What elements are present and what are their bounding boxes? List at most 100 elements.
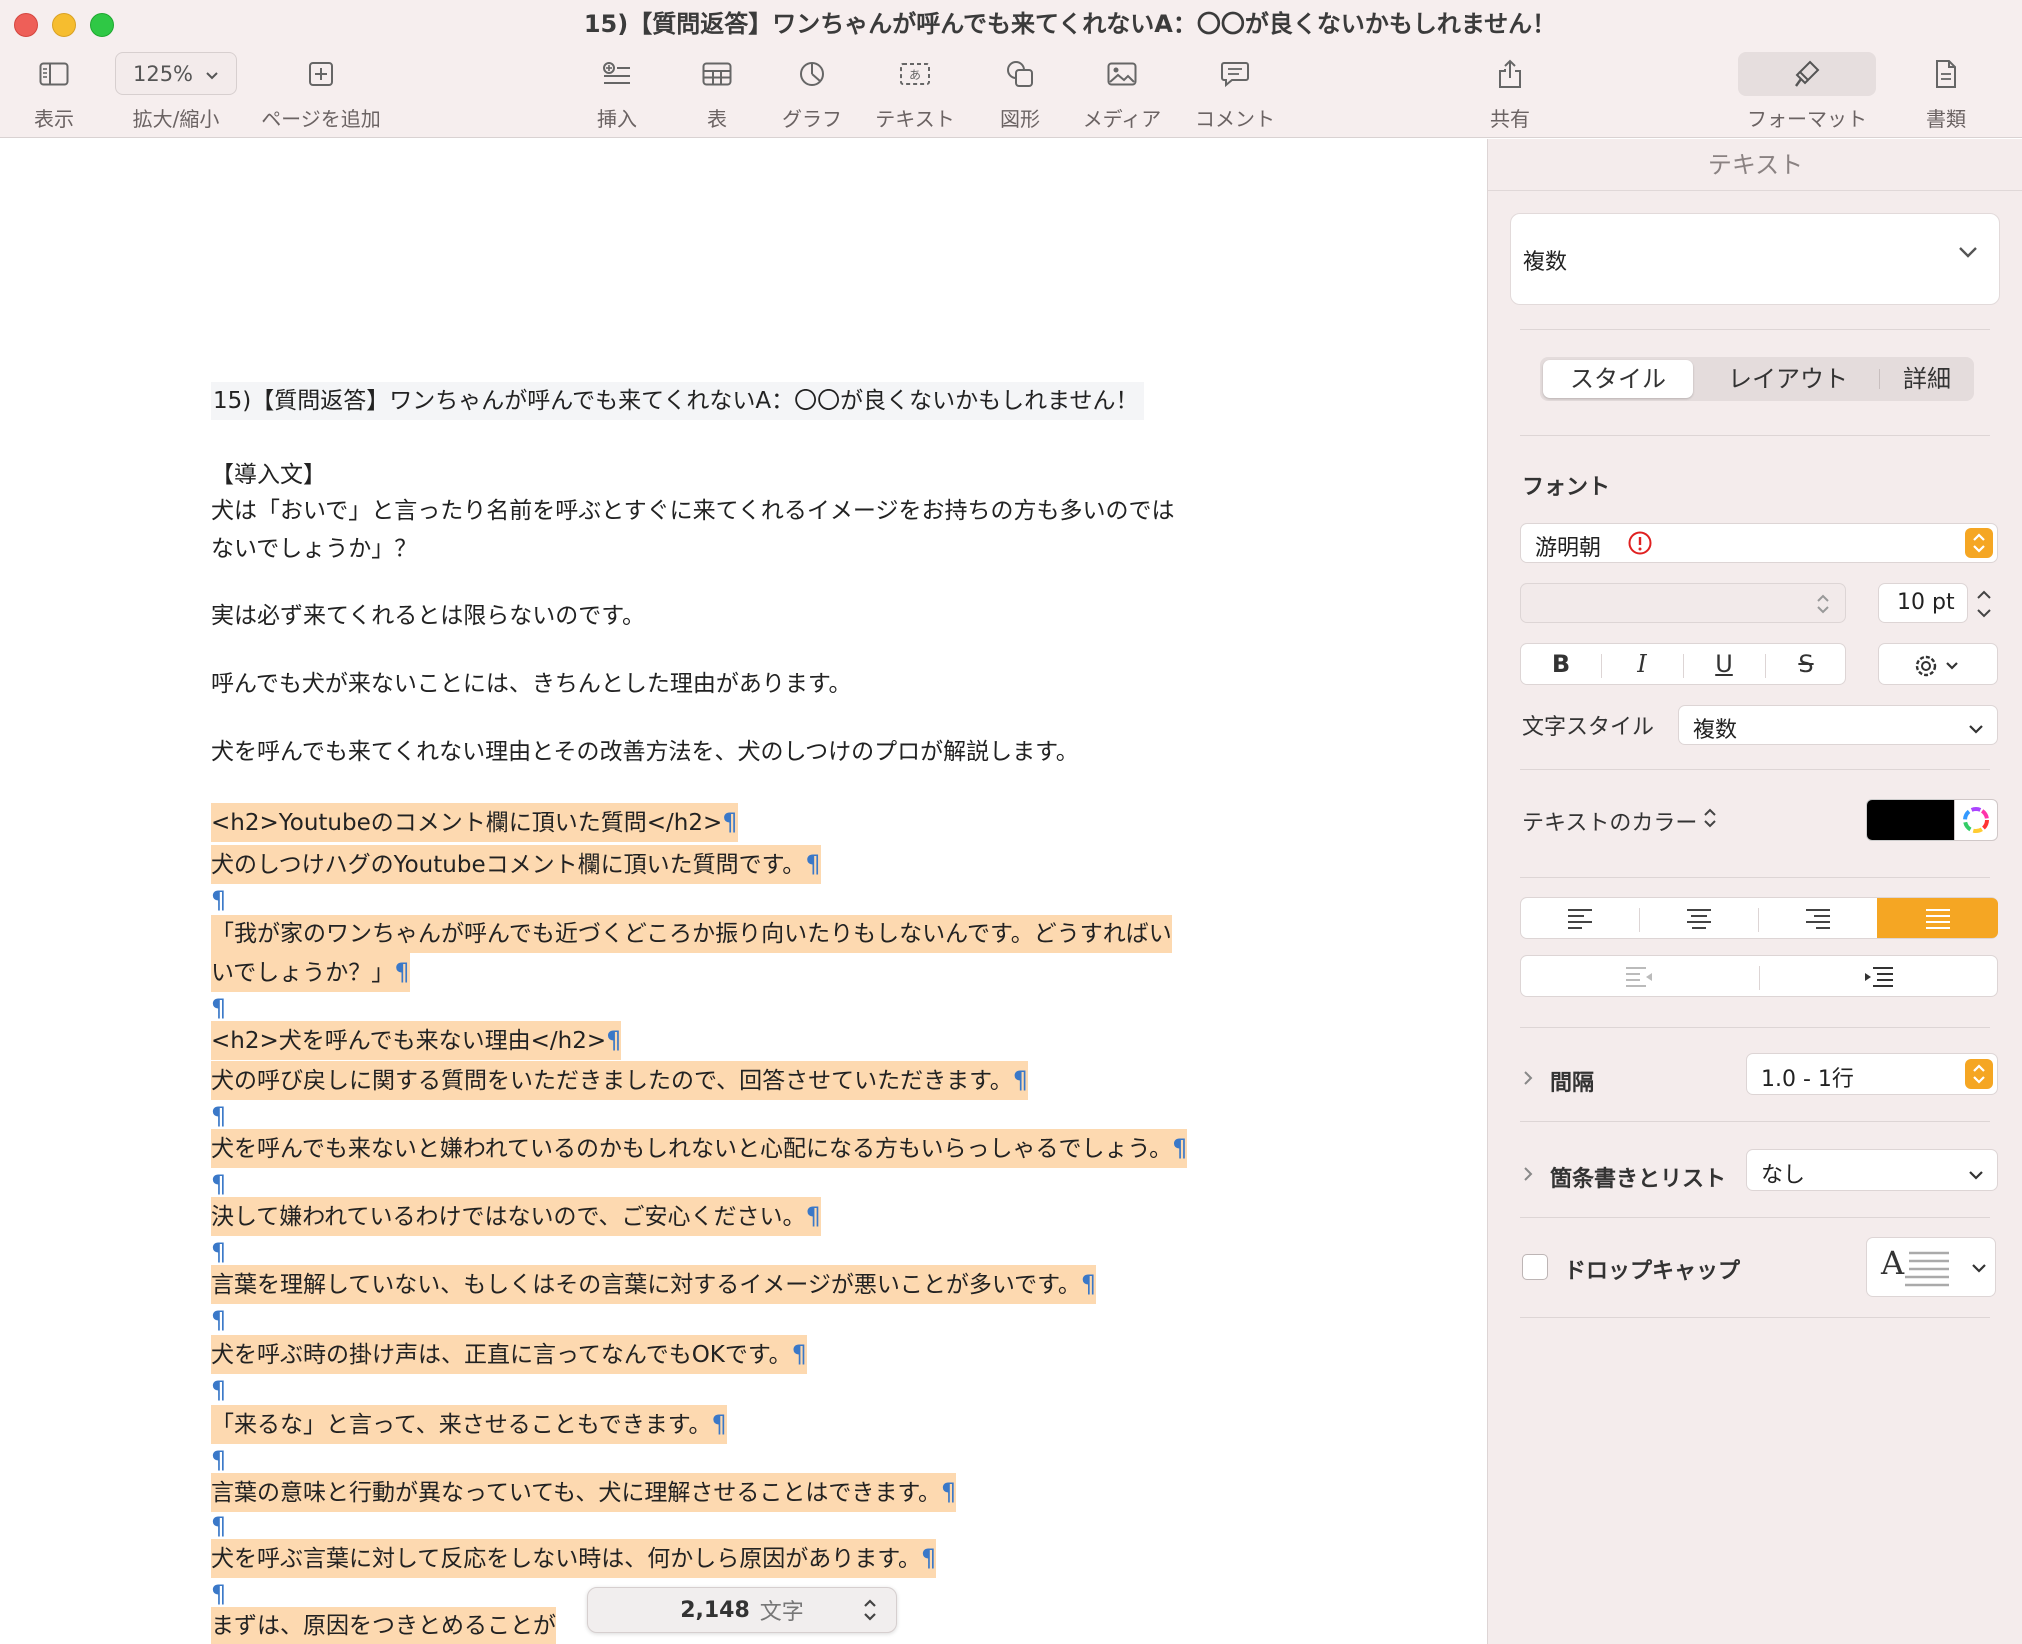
selected-line[interactable]: 「我が家のワンちゃんが呼んでも近づくどころか振り向いたりもしないんです。どうすれ… [211, 915, 1172, 953]
character-style-label: 文字スタイル [1522, 715, 1655, 740]
document-canvas[interactable]: 15)【質問返答】ワンちゃんが呼んでも来てくれないA：〇〇が良くないかもしれませ… [0, 139, 1486, 1644]
selected-line[interactable]: いでしょうか？」¶ [211, 953, 410, 992]
advanced-options-button[interactable] [1878, 643, 1998, 685]
intro-paragraph-1b[interactable]: ないでしょうか」？ [211, 530, 417, 568]
selected-line[interactable]: <h2>Youtubeのコメント欄に頂いた質問</h2>¶ [211, 803, 738, 842]
strikethrough-button[interactable]: S [1766, 644, 1846, 684]
insert-icon [587, 52, 647, 95]
shape-label: 図形 [1000, 107, 1040, 131]
bullets-popup[interactable]: なし [1746, 1149, 1998, 1191]
disclosure-chevron-icon[interactable] [1522, 1165, 1534, 1187]
warning-icon [1627, 530, 1653, 562]
media-button[interactable]: メディア [1078, 52, 1166, 132]
textbox-icon: あ [885, 52, 945, 95]
bold-button[interactable]: B [1521, 644, 1601, 684]
format-label: フォーマット [1747, 107, 1867, 131]
separator [1520, 1217, 1990, 1218]
selected-line[interactable]: 言葉の意味と行動が異なっていても、犬に理解させることはできます。¶ [211, 1473, 957, 1512]
intro-heading[interactable]: 【導入文】 [211, 456, 326, 494]
chart-label: グラフ [782, 107, 842, 131]
table-button[interactable]: 表 [687, 52, 747, 132]
tab-style[interactable]: スタイル [1543, 360, 1693, 398]
selected-line[interactable]: 犬を呼ぶ言葉に対して反応をしない時は、何かしら原因があります。¶ [211, 1539, 937, 1578]
separator [1520, 769, 1990, 770]
insert-label: 挿入 [597, 107, 637, 131]
insert-button[interactable]: 挿入 [587, 52, 647, 132]
tab-layout[interactable]: レイアウト [1698, 360, 1878, 398]
intro-paragraph-1a[interactable]: 犬は「おいで」と言ったり名前を呼ぶとすぐに来てくれるイメージをお持ちの方も多いの… [211, 492, 1174, 530]
up-down-chevron-icon [1965, 528, 1993, 558]
zoom-window-button[interactable] [90, 13, 114, 37]
shape-button[interactable]: 図形 [990, 52, 1050, 132]
align-left-button[interactable] [1521, 898, 1639, 938]
decrease-indent-button[interactable] [1521, 956, 1759, 996]
paragraph-style-popup[interactable]: 複数 [1510, 213, 2000, 305]
zoom-popup[interactable]: 125% [115, 52, 237, 95]
selected-line[interactable]: 犬を呼ぶ時の掛け声は、正直に言ってなんでもOKです。¶ [211, 1335, 807, 1374]
selected-line[interactable]: まずは、原因をつきとめることが [211, 1607, 556, 1644]
selected-line[interactable]: <h2>犬を呼んでも来ない理由</h2>¶ [211, 1021, 622, 1060]
document-button[interactable]: 書類 [1916, 52, 1976, 132]
align-justify-button[interactable] [1877, 898, 1998, 938]
chevron-down-icon [205, 62, 219, 86]
font-size-stepper[interactable] [1972, 585, 1996, 627]
paragraph-style-value: 複数 [1523, 250, 1568, 275]
text-color-well[interactable] [1866, 799, 1956, 841]
chevron-down-icon [1957, 244, 1979, 263]
align-justify-icon [1925, 909, 1950, 929]
word-count-popup[interactable]: 2,148 文字 [587, 1587, 897, 1633]
align-right-button[interactable] [1759, 898, 1877, 938]
share-button[interactable]: 共有 [1480, 52, 1540, 132]
indent-buttons [1520, 955, 1998, 997]
view-button[interactable]: 表示 [24, 52, 84, 132]
selected-line[interactable]: 言葉を理解していない、もしくはその言葉に対するイメージが悪いことが多いです。¶ [211, 1265, 1097, 1304]
zoom-value: 125% [132, 61, 194, 86]
intro-paragraph-2[interactable]: 実は必ず来てくれるとは限らないのです。 [211, 597, 645, 635]
add-page-button[interactable]: ページを追加 [258, 52, 384, 132]
drop-cap-style-popup[interactable]: A [1866, 1237, 1996, 1297]
spacing-popup[interactable]: 1.0 - 1行 [1746, 1053, 1998, 1095]
document-title-line[interactable]: 15)【質問返答】ワンちゃんが呼んでも来てくれないA：〇〇が良くないかもしれませ… [211, 382, 1145, 420]
pilcrow-mark: ¶ [711, 1410, 727, 1438]
font-size-field[interactable]: 10 pt [1878, 583, 1968, 623]
italic-button[interactable]: I [1602, 644, 1682, 684]
close-window-button[interactable] [14, 13, 38, 37]
pilcrow-mark: ¶ [211, 1170, 227, 1198]
pilcrow-mark: ¶ [211, 1446, 227, 1474]
minimize-window-button[interactable] [52, 13, 76, 37]
zoom-control[interactable]: 125% 拡大/縮小 [115, 52, 237, 132]
align-left-icon [1568, 909, 1592, 929]
format-button[interactable]: フォーマット [1738, 52, 1876, 132]
bullets-label: 箇条書きとリスト [1550, 1167, 1727, 1192]
paintbrush-icon [1777, 52, 1837, 95]
up-down-chevron-icon [862, 1596, 878, 1630]
text-color-label: テキストのカラー [1522, 811, 1698, 836]
pilcrow-mark: ¶ [211, 1238, 227, 1266]
textbox-button[interactable]: あ テキスト [870, 52, 960, 132]
selected-line[interactable]: 犬の呼び戻しに関する質問をいただきましたので、回答させていただきます。¶ [211, 1061, 1029, 1100]
separator [1520, 435, 1990, 436]
chart-button[interactable]: グラフ [782, 52, 842, 132]
pilcrow-mark: ¶ [211, 1102, 227, 1130]
selected-line[interactable]: 「来るな」と言って、来させることもできます。¶ [211, 1405, 727, 1444]
intro-paragraph-4[interactable]: 犬を呼んでも来てくれない理由とその改善方法を、犬のしつけのプロが解説します。 [211, 733, 1079, 771]
tab-more[interactable]: 詳細 [1882, 360, 1972, 398]
drop-cap-checkbox[interactable] [1522, 1254, 1548, 1280]
window-title: 15)【質問返答】ワンちゃんが呼んでも来てくれないA：〇〇が良くないかもしれませ… [583, 10, 1557, 38]
intro-paragraph-3[interactable]: 呼んでも犬が来ないことには、きちんとした理由があります。 [211, 665, 852, 703]
character-style-popup[interactable]: 複数 [1678, 705, 1998, 745]
pilcrow-mark: ¶ [941, 1478, 957, 1506]
underline-button[interactable]: U [1684, 644, 1764, 684]
font-typeface-popup[interactable] [1520, 583, 1846, 623]
comment-button[interactable]: コメント [1190, 52, 1280, 132]
inspector-tabs: スタイル レイアウト 詳細 [1540, 357, 1974, 401]
selected-line[interactable]: 犬を呼んでも来ないと嫌われているのかもしれないと心配になる方もいらっしゃるでしょ… [211, 1129, 1188, 1168]
text-style-buttons: B I U S [1520, 643, 1846, 685]
disclosure-chevron-icon[interactable] [1522, 1069, 1534, 1091]
increase-indent-button[interactable] [1760, 956, 1998, 996]
align-center-button[interactable] [1640, 898, 1758, 938]
color-wheel-button[interactable] [1954, 799, 1998, 841]
selected-line[interactable]: 決して嫌われているわけではないので、ご安心ください。¶ [211, 1197, 821, 1236]
selected-line[interactable]: 犬のしつけハグのYoutubeコメント欄に頂いた質問です。¶ [211, 845, 821, 884]
font-family-popup[interactable]: 游明朝 [1520, 523, 1998, 563]
